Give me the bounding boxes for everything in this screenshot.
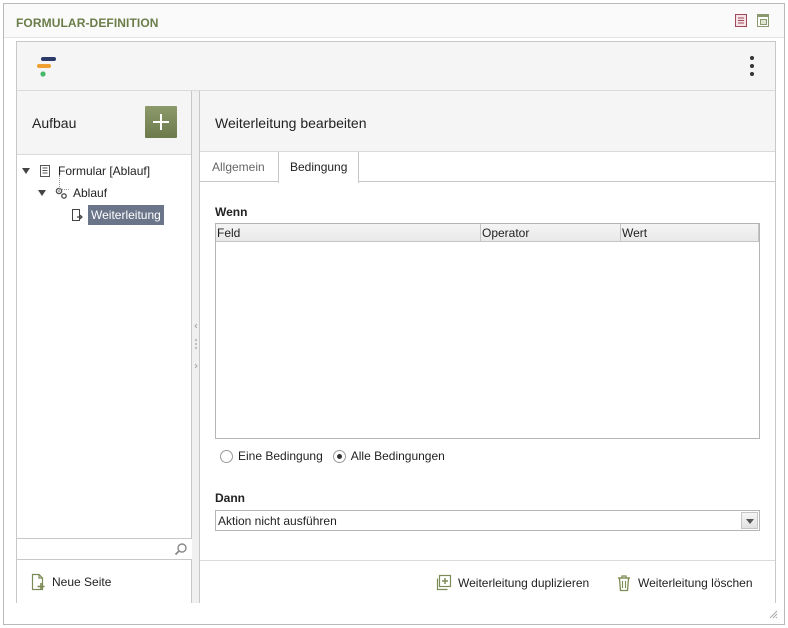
resize-grip-icon[interactable]: [768, 608, 778, 619]
radio-label: Eine Bedingung: [238, 449, 323, 463]
edit-panel: Weiterleitung bearbeiten Allgemein Bedin…: [200, 91, 775, 603]
duplicate-label: Weiterleitung duplizieren: [458, 576, 590, 590]
document-icon[interactable]: [734, 13, 748, 28]
tree-item-label: Formular [Ablauf]: [58, 164, 151, 178]
restore-window-icon[interactable]: [756, 13, 770, 28]
condition-mode-group: Eine Bedingung Alle Bedingungen: [220, 449, 445, 463]
column-header-wert[interactable]: Wert: [621, 224, 759, 242]
dann-label: Dann: [215, 491, 245, 505]
chevron-down-icon[interactable]: [741, 512, 758, 529]
tree-item-weiterleitung[interactable]: Weiterleitung: [70, 205, 164, 225]
expand-arrow-icon[interactable]: [38, 190, 46, 196]
app-bar: [17, 42, 775, 91]
splitter-grip-icon[interactable]: [194, 321, 198, 371]
redirect-icon: [70, 208, 84, 222]
window-title-bar: FORMULAR-DEFINITION: [4, 4, 784, 38]
tree-item-formular[interactable]: Formular [Ablauf]: [22, 161, 152, 181]
conditions-table-header: Feld Operator Wert: [216, 224, 759, 242]
conditions-table[interactable]: Feld Operator Wert: [215, 223, 760, 439]
new-page-icon: [30, 573, 46, 591]
add-element-button[interactable]: [145, 106, 177, 138]
new-page-button[interactable]: Neue Seite: [30, 573, 111, 591]
structure-panel: Aufbau Formular [Ablauf] Ablauf Weiterle…: [17, 91, 192, 603]
tree-connector: [59, 189, 69, 190]
form-icon: [38, 164, 52, 178]
tree-connector: [59, 175, 60, 189]
structure-footer: Neue Seite: [17, 560, 191, 603]
wenn-label: Wenn: [215, 205, 248, 219]
radio-circle[interactable]: [220, 449, 233, 463]
tree-search: [17, 538, 192, 560]
tab-allgemein[interactable]: Allgemein: [201, 152, 276, 182]
edit-header: Weiterleitung bearbeiten: [200, 91, 775, 152]
expand-arrow-icon[interactable]: [22, 168, 30, 174]
action-select[interactable]: Aktion nicht ausführen: [215, 510, 760, 531]
column-header-operator[interactable]: Operator: [481, 224, 621, 242]
radio-eine-bedingung[interactable]: Eine Bedingung: [220, 449, 323, 463]
edit-tabs: Allgemein Bedingung: [200, 152, 775, 183]
delete-button[interactable]: Weiterleitung löschen: [616, 574, 753, 592]
structure-title: Aufbau: [32, 115, 77, 131]
duplicate-button[interactable]: Weiterleitung duplizieren: [434, 574, 589, 592]
radio-alle-bedingungen[interactable]: Alle Bedingungen: [332, 449, 445, 463]
form-definition-window: FORMULAR-DEFINITION Aufbau Formular [Abl…: [3, 3, 785, 625]
editor-panel: Aufbau Formular [Ablauf] Ablauf Weiterle…: [16, 41, 776, 603]
new-page-label: Neue Seite: [52, 575, 112, 589]
panel-splitter[interactable]: [192, 91, 200, 603]
tree-search-input[interactable]: [19, 540, 167, 558]
tab-bedingung[interactable]: Bedingung: [278, 152, 360, 183]
duplicate-icon: [434, 574, 452, 592]
tree-item-label: Ablauf: [73, 186, 108, 200]
trash-icon: [616, 574, 632, 592]
window-title: FORMULAR-DEFINITION: [16, 16, 159, 30]
app-logo-icon: [34, 55, 60, 81]
window-title-icons: [734, 13, 770, 28]
radio-circle[interactable]: [332, 449, 346, 463]
tree-item-label: Weiterleitung: [88, 205, 164, 225]
radio-label: Alle Bedingungen: [350, 449, 445, 463]
edit-title: Weiterleitung bearbeiten: [215, 115, 367, 131]
tree-item-ablauf[interactable]: Ablauf: [38, 183, 109, 203]
column-header-feld[interactable]: Feld: [216, 224, 481, 242]
action-select-value: Aktion nicht ausführen: [218, 514, 337, 528]
structure-header: Aufbau: [17, 91, 191, 155]
more-options-icon[interactable]: [749, 56, 755, 78]
edit-footer: Weiterleitung duplizieren Weiterleitung …: [200, 560, 775, 603]
delete-label: Weiterleitung löschen: [638, 576, 753, 590]
search-icon[interactable]: [174, 542, 188, 556]
